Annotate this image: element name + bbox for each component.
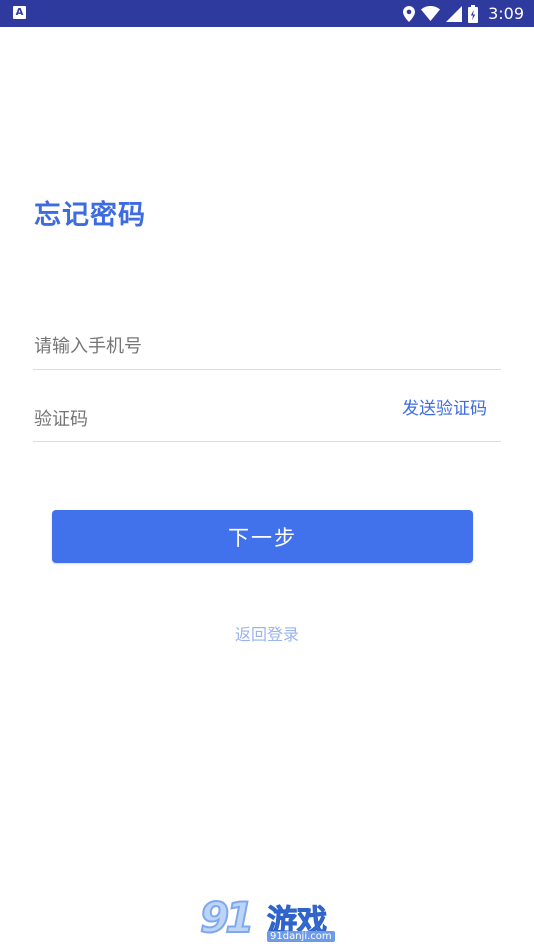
code-input-underline [33,441,501,442]
status-bar: A 3:09 [0,0,534,27]
page-title: 忘记密码 [34,200,146,231]
phone-input-underline [33,369,501,370]
signal-icon [446,5,463,22]
back-to-login-link[interactable]: 返回登录 [0,621,534,645]
send-code-button[interactable]: 发送验证码 [402,394,487,419]
wifi-icon [421,6,441,21]
status-bar-right: 3:09 [403,0,524,27]
watermark-number: 91 [199,892,256,943]
verification-code-input[interactable]: 验证码 [34,405,88,431]
app-notification-icon: A [13,6,26,19]
location-icon [403,5,416,22]
watermark-url: 91danji.com [267,931,335,942]
phone-input[interactable]: 请输入手机号 [34,332,142,358]
next-button[interactable]: 下一步 [52,510,473,563]
battery-charging-icon [468,4,479,23]
watermark-logo: 91 游戏 91danji.com [199,892,340,950]
status-time: 3:09 [488,4,524,23]
